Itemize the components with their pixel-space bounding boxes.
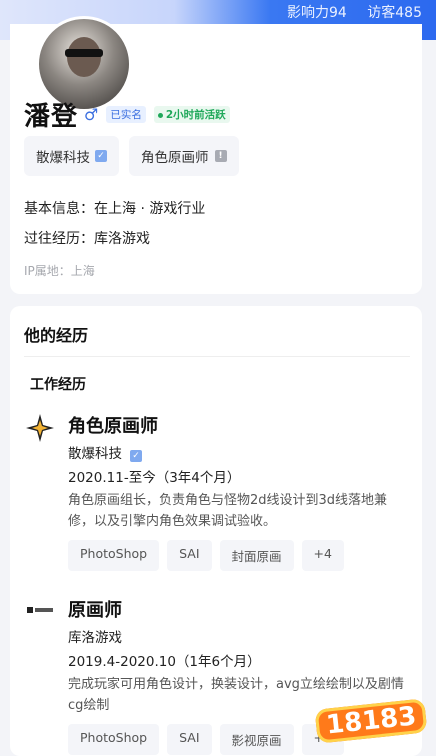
job-company: 库洛游戏 [68, 630, 122, 646]
influence-stat: 影响力94 [286, 5, 347, 21]
name-row: 潘登 ♂ 已实名 2小时前活跃 [24, 96, 230, 133]
past-experience-info: 过往经历：库洛游戏 [24, 231, 150, 247]
job-title: 角色原画师 [68, 416, 158, 437]
active-status-badge: 2小时前活跃 [153, 106, 230, 123]
skill-tag[interactable]: SAI [167, 540, 212, 571]
basic-info: 基本信息：在上海 · 游戏行业 [24, 201, 206, 217]
kuro-logo-icon [27, 607, 53, 613]
sanbao-logo-icon [26, 414, 54, 442]
skill-tag[interactable]: 封面原画 [219, 540, 294, 571]
work-experience-title: 工作经历 [30, 377, 86, 393]
ip-location: IP属地：上海 [24, 264, 95, 278]
job-company: 散爆科技 ✓ [68, 442, 142, 462]
skill-tag[interactable]: PhotoShop [68, 540, 160, 571]
skill-tag[interactable]: SAI [167, 724, 212, 755]
verified-icon: ✓ [95, 150, 107, 162]
profile-chips: 散爆科技 ✓ 角色原画师 ! [24, 136, 249, 176]
job-title: 原画师 [68, 600, 122, 621]
verified-badge: 已实名 [106, 106, 146, 123]
job-entry[interactable]: 角色原画师 散爆科技 ✓ 2020.11-至今（3年4个月） 角色原画组长，负责角… [24, 412, 420, 572]
skill-tags: PhotoShop SAI 封面原画 +4 [68, 540, 352, 571]
job-description: 角色原画组长，负责角色与怪物2d线设计到3d线落地兼修，以及引擎内角色效果调试验… [68, 493, 388, 529]
company-chip[interactable]: 散爆科技 ✓ [24, 136, 119, 176]
position-chip[interactable]: 角色原画师 ! [129, 136, 239, 176]
skill-tag[interactable]: 影视原画 [219, 724, 294, 755]
online-dot-icon [157, 112, 163, 118]
male-icon: ♂ [84, 105, 99, 124]
more-skills-tag[interactable]: +4 [301, 540, 344, 571]
skill-tag[interactable]: PhotoShop [68, 724, 160, 755]
info-icon: ! [214, 150, 227, 162]
skill-tags: PhotoShop SAI 影视原画 +3 [68, 724, 352, 755]
profile-stats: 影响力94 访客485 [271, 2, 422, 22]
job-period: 2019.4-2020.10（1年6个月） [68, 654, 261, 670]
job-period: 2020.11-至今（3年4个月） [68, 470, 241, 486]
visitors-stat: 访客485 [367, 5, 422, 21]
divider [24, 356, 410, 357]
verified-icon: ✓ [130, 450, 142, 462]
section-title: 他的经历 [24, 326, 89, 345]
user-name: 潘登 [24, 102, 79, 132]
